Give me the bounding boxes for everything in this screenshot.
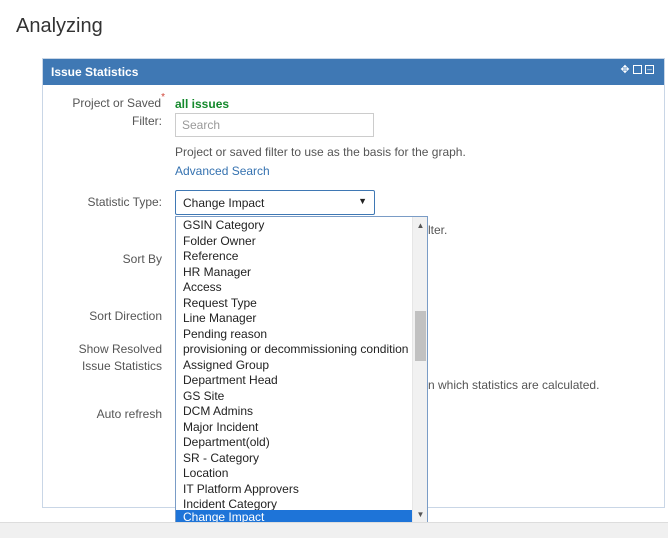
show-resolved-help: n which statistics are calculated. — [428, 378, 600, 392]
dropdown-option[interactable]: Pending reason — [176, 327, 412, 343]
panel-header: Issue Statistics — [43, 59, 664, 85]
sort-by-label: Sort By — [122, 252, 162, 266]
dropdown-option[interactable]: Line Manager — [176, 311, 412, 327]
statistic-type-dropdown[interactable]: GSIN Category Folder Owner Reference HR … — [175, 216, 428, 525]
dropdown-option[interactable]: Location — [176, 466, 412, 482]
maximize-icon[interactable] — [633, 65, 642, 74]
bottom-bar — [0, 522, 668, 538]
project-filter-label-2: Filter: — [132, 114, 162, 128]
dropdown-option[interactable]: GSIN Category — [176, 218, 412, 234]
dropdown-option[interactable]: Reference — [176, 249, 412, 265]
dropdown-option[interactable]: Request Type — [176, 296, 412, 312]
move-icon[interactable]: ✥ — [620, 65, 630, 76]
advanced-search-link[interactable]: Advanced Search — [175, 164, 270, 178]
auto-refresh-label: Auto refresh — [96, 407, 162, 421]
minimize-icon[interactable]: – — [645, 65, 654, 74]
project-filter-help: Project or saved filter to use as the ba… — [175, 145, 466, 159]
dropdown-option[interactable]: SR - Category — [176, 451, 412, 467]
dropdown-arrow-icon: ▼ — [358, 196, 367, 206]
panel-title: Issue Statistics — [51, 65, 139, 79]
dropdown-option[interactable]: Folder Owner — [176, 234, 412, 250]
statistic-type-select[interactable]: Change Impact ▼ — [175, 190, 375, 215]
dropdown-option[interactable]: IT Platform Approvers — [176, 482, 412, 498]
dropdown-option[interactable]: provisioning or decommissioning conditio… — [176, 342, 412, 358]
statistic-type-help: lter. — [428, 223, 448, 237]
dropdown-option[interactable]: GS Site — [176, 389, 412, 405]
statistic-type-label: Statistic Type: — [87, 195, 162, 209]
show-resolved-label: Show Resolved — [78, 342, 162, 356]
dropdown-option[interactable]: Major Incident — [176, 420, 412, 436]
project-filter-label: Project or Saved* — [72, 92, 165, 110]
dropdown-scrollbar[interactable]: ▲ ▼ — [412, 217, 427, 524]
statistic-type-value: Change Impact — [183, 196, 265, 210]
page-title: Analyzing — [16, 15, 103, 37]
panel-tools: ✥ – — [620, 65, 654, 76]
required-marker: * — [161, 92, 165, 103]
sort-direction-label: Sort Direction — [89, 309, 162, 323]
dropdown-option[interactable]: Access — [176, 280, 412, 296]
dropdown-option[interactable]: Department Head — [176, 373, 412, 389]
scrollbar-thumb[interactable] — [415, 311, 426, 361]
dropdown-option[interactable]: HR Manager — [176, 265, 412, 281]
scroll-up-icon[interactable]: ▲ — [413, 219, 427, 233]
dropdown-option[interactable]: Department(old) — [176, 435, 412, 451]
dropdown-option[interactable]: DCM Admins — [176, 404, 412, 420]
scroll-down-icon[interactable]: ▼ — [413, 508, 427, 522]
dropdown-option[interactable]: Assigned Group — [176, 358, 412, 374]
selected-filter-value: all issues — [175, 97, 230, 111]
show-resolved-label-2: Issue Statistics — [81, 359, 162, 373]
filter-search-input[interactable] — [175, 113, 374, 137]
